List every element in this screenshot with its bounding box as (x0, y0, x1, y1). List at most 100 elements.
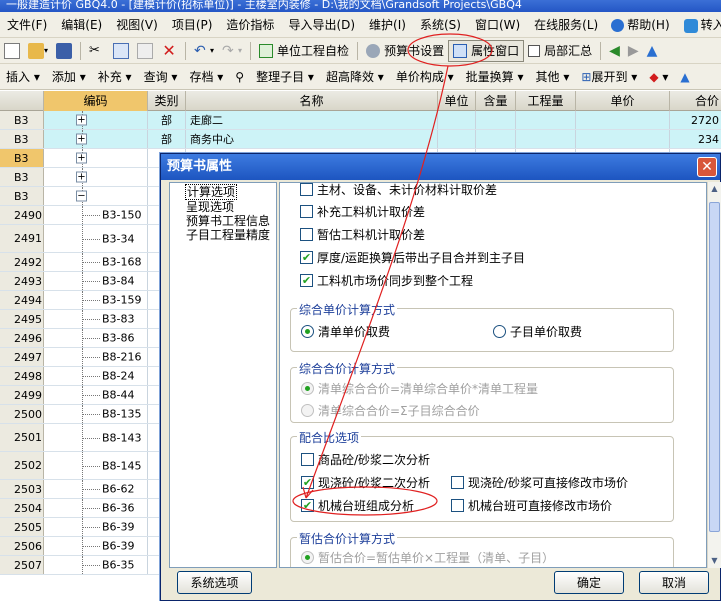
partial-summary-toggle[interactable]: 局部汇总 (524, 40, 596, 62)
new-button[interactable] (1, 40, 23, 62)
menu-audit[interactable]: 转入审核 (677, 16, 721, 33)
option-main-material[interactable]: 主材、设备、未计价材料计取价差 (300, 183, 497, 198)
open-button[interactable]: ▾ (25, 40, 51, 62)
copy-icon (113, 42, 130, 59)
header-content[interactable]: 含量 (476, 91, 516, 111)
checkbox[interactable] (300, 205, 313, 218)
expand-toggle-icon[interactable]: + (76, 133, 87, 145)
radio-selected-disabled[interactable] (301, 551, 314, 564)
move-up-button[interactable]: ▲ (674, 70, 695, 84)
option-supplement-material[interactable]: 补充工料机计取价差 (300, 203, 425, 220)
checkbox[interactable] (300, 228, 313, 241)
batch-convert-menu[interactable]: 批量换算 ▾ (460, 68, 530, 85)
expand-to-menu[interactable]: ⊞展开到 ▾ (575, 68, 643, 85)
cut-button[interactable]: ✂ (86, 40, 108, 62)
radio[interactable] (493, 325, 506, 338)
option-cast-concrete-analysis[interactable]: ✔ 现浇砼/砂浆二次分析 (301, 474, 430, 491)
expand-toggle-icon[interactable]: + (76, 114, 87, 126)
radio-selected-disabled[interactable] (301, 382, 314, 395)
table-row[interactable]: B3 + 部走廊二 2720 (0, 111, 721, 130)
radio-disabled[interactable] (301, 404, 314, 417)
nav-display-options[interactable]: 呈现选项 (170, 200, 276, 214)
scroll-up-arrow[interactable]: ▲ (708, 182, 721, 196)
menu-project[interactable]: 项目(P) (165, 16, 220, 33)
attribute-window-button[interactable]: 属性窗口 (448, 39, 525, 62)
menu-help[interactable]: 帮助(H) (605, 16, 676, 33)
save-button[interactable] (53, 40, 75, 62)
menu-view[interactable]: 视图(V) (109, 16, 165, 33)
menu-file[interactable]: 文件(F) (0, 16, 54, 33)
nav-back-button[interactable]: ◀ (606, 40, 623, 62)
radio-selected[interactable] (301, 325, 314, 338)
header-type[interactable]: 类别 (148, 91, 186, 111)
menu-window[interactable]: 窗口(W) (468, 16, 527, 33)
option-commercial-concrete-analysis[interactable]: 商品砼/砂浆二次分析 (301, 451, 430, 468)
system-options-button[interactable]: 系统选项 (177, 571, 252, 594)
checkbox-checked[interactable]: ✔ (301, 476, 314, 489)
option-merge-subitems[interactable]: ✔ 厚度/运距换算后带出子目合并到主子目 (300, 249, 525, 266)
menu-edit[interactable]: 编辑(E) (54, 16, 109, 33)
checkbox-checked[interactable]: ✔ (300, 274, 313, 287)
menu-cost-index[interactable]: 造价指标 (219, 16, 281, 33)
budget-settings-button[interactable]: 预算书设置 (362, 40, 448, 62)
expand-toggle-icon[interactable]: + (76, 152, 87, 164)
ok-button[interactable]: 确定 (554, 571, 624, 594)
radio-estimated-total[interactable]: 暂估合价=暂估单价×工程量（清单、子目） (301, 549, 554, 566)
menu-import-export[interactable]: 导入导出(D) (281, 16, 362, 33)
radio-subitem-unit-price[interactable]: 子目单价取费 (493, 323, 582, 340)
header-quantity[interactable]: 工程量 (516, 91, 576, 111)
unit-check-button[interactable]: 单位工程自检 (255, 40, 353, 62)
header-total[interactable]: 合价 (670, 91, 721, 111)
sort-items-menu[interactable]: 整理子目 ▾ (250, 68, 320, 85)
content-scrollbar[interactable]: ▲ ▼ (707, 182, 721, 568)
paste-button[interactable] (134, 40, 156, 62)
radio-bill-unit-price[interactable]: 清单单价取费 (301, 323, 390, 340)
header-unit-price[interactable]: 单价 (576, 91, 670, 111)
checkbox-checked[interactable]: ✔ (301, 499, 314, 512)
menu-maintain[interactable]: 维护(I) (362, 16, 413, 33)
option-estimated-material[interactable]: 暂估工料机计取价差 (300, 226, 425, 243)
expand-toggle-icon[interactable]: − (76, 190, 87, 202)
price-composition-menu[interactable]: 单价构成 ▾ (390, 68, 460, 85)
checkbox[interactable] (300, 183, 313, 196)
supplement-menu[interactable]: 补充 ▾ (92, 68, 138, 85)
archive-menu[interactable]: 存档 ▾ (183, 68, 229, 85)
insert-menu[interactable]: 插入 ▾ (0, 68, 46, 85)
scroll-thumb[interactable] (709, 202, 720, 532)
close-button[interactable]: ✕ (697, 157, 717, 177)
menu-online[interactable]: 在线服务(L) (527, 16, 605, 33)
checkbox[interactable] (301, 453, 314, 466)
menu-system[interactable]: 系统(S) (413, 16, 468, 33)
fill-color-button[interactable]: ◆ ▾ (643, 70, 674, 84)
nav-quantity-precision[interactable]: 子目工程量精度 (170, 228, 276, 242)
expand-toggle-icon[interactable]: + (76, 171, 87, 183)
option-machine-shift-analysis[interactable]: ✔ 机械台班组成分析 (301, 497, 414, 514)
table-row[interactable]: B3 + 部商务中心 234 (0, 130, 721, 149)
nav-calc-options[interactable]: 计算选项 (185, 184, 238, 200)
option-cast-concrete-edit-price[interactable]: 现浇砼/砂浆可直接修改市场价 (451, 474, 628, 491)
nav-up-button[interactable]: ▲ (644, 40, 661, 62)
redo-button[interactable]: ↷ ▾ (219, 40, 245, 62)
scroll-down-arrow[interactable]: ▼ (708, 554, 721, 568)
header-name[interactable]: 名称 (186, 91, 438, 111)
header-unit[interactable]: 单位 (438, 91, 476, 111)
nav-budget-info[interactable]: 预算书工程信息 (170, 214, 276, 228)
option-machine-shift-edit-price[interactable]: 机械台班可直接修改市场价 (451, 497, 612, 514)
checkbox[interactable] (451, 476, 464, 489)
find-button[interactable]: ⚲ (229, 70, 250, 84)
radio-total-by-quantity[interactable]: 清单综合合价=清单综合单价*清单工程量 (301, 380, 538, 397)
nav-forward-button[interactable]: ▶ (625, 40, 642, 62)
copy-button[interactable] (110, 40, 132, 62)
delete-button[interactable]: ✕ (158, 40, 180, 62)
undo-button[interactable]: ↶ ▾ (191, 40, 217, 62)
option-sync-market-price[interactable]: ✔ 工料机市场价同步到整个工程 (300, 272, 473, 289)
height-reduction-menu[interactable]: 超高降效 ▾ (320, 68, 390, 85)
query-menu[interactable]: 查询 ▾ (138, 68, 184, 85)
radio-total-by-sum[interactable]: 清单综合合价=Σ子目综合合价 (301, 402, 480, 419)
other-menu[interactable]: 其他 ▾ (530, 68, 576, 85)
checkbox-checked[interactable]: ✔ (300, 251, 313, 264)
cancel-button[interactable]: 取消 (639, 571, 709, 594)
header-code[interactable]: 编码 (44, 91, 148, 111)
add-menu[interactable]: 添加 ▾ (46, 68, 92, 85)
checkbox[interactable] (451, 499, 464, 512)
